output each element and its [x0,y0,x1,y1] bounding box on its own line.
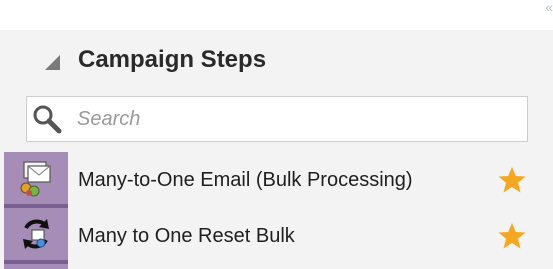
reset-bulk-icon [4,208,68,264]
search-icon [31,104,63,134]
favorite-star-icon[interactable] [497,165,527,195]
search-box[interactable] [26,96,528,142]
panel-title: Campaign Steps [78,46,267,73]
list-item-label: Many to One Reset Bulk [78,224,295,247]
favorite-star-icon[interactable] [497,221,527,251]
collapse-panel-icon[interactable]: « [545,0,553,14]
list-item-label: Many-to-One Email (Bulk Processing) [78,168,413,191]
list-item-many-to-one-email[interactable]: Many-to-One Email (Bulk Processing) [0,152,553,208]
list-item-many-to-one-reset-bulk[interactable]: Many to One Reset Bulk [0,208,553,264]
panel-top-strip: « [0,0,553,30]
bulk-email-icon [4,152,68,208]
campaign-steps-panel: « Campaign Steps Search Many-to-One Emai… [0,0,553,269]
campaign-steps-list: Many-to-One Email (Bulk Processing) Many… [0,152,553,264]
disclosure-triangle-icon[interactable] [45,55,60,70]
next-item-icon-edge [4,264,68,269]
search-input[interactable] [77,107,497,131]
panel-header[interactable]: Campaign Steps [0,30,553,90]
